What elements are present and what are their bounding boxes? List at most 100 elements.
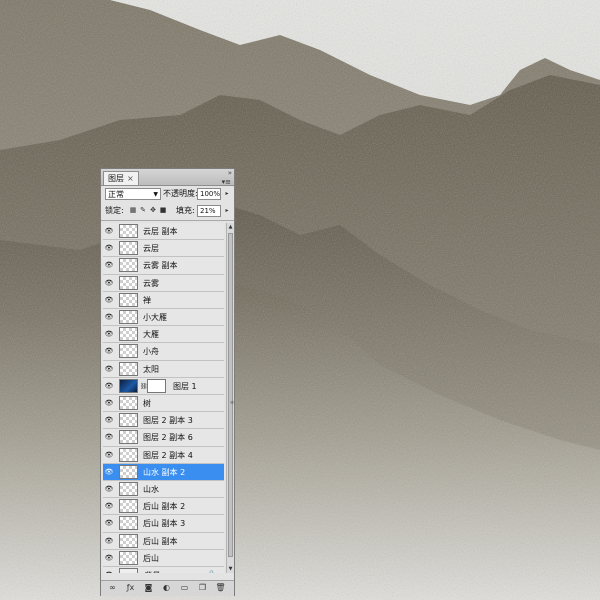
- layer-row[interactable]: 👁 图层 2 副本 3: [103, 412, 224, 430]
- layer-mask-thumbnail[interactable]: [147, 378, 166, 393]
- visibility-eye-icon[interactable]: 👁: [104, 485, 114, 494]
- layer-thumbnail[interactable]: [119, 258, 138, 273]
- fill-label: 填充:: [176, 206, 195, 215]
- visibility-eye-icon[interactable]: 👁: [104, 365, 114, 374]
- fill-input[interactable]: 21%: [197, 205, 221, 217]
- close-icon[interactable]: ×: [127, 174, 134, 183]
- layer-thumbnail[interactable]: [119, 413, 138, 428]
- layer-thumbnail[interactable]: [119, 464, 138, 479]
- blend-opacity-row: 正常 ▼ 不透明度: 100% ▸: [101, 187, 234, 202]
- layer-row[interactable]: 👁 图层 2 副本 6: [103, 429, 224, 447]
- visibility-eye-icon[interactable]: 👁: [104, 399, 114, 408]
- layer-row[interactable]: 👁 小大雁: [103, 309, 224, 327]
- visibility-eye-icon[interactable]: 👁: [104, 330, 114, 339]
- lock-fill-row: 锁定: ▦ ✎ ✥ ■ 填充: 21% ▸: [101, 204, 234, 219]
- layer-name: 禅: [143, 295, 151, 305]
- panel-menu-icon[interactable]: ▾≡: [222, 178, 231, 186]
- collapse-icon[interactable]: »: [228, 170, 232, 177]
- fill-stepper-icon[interactable]: ▸: [223, 205, 231, 217]
- visibility-eye-icon[interactable]: 👁: [104, 244, 114, 253]
- blend-mode-select[interactable]: 正常 ▼: [105, 188, 161, 200]
- layer-thumbnail[interactable]: [119, 224, 138, 238]
- visibility-eye-icon[interactable]: 👁: [104, 451, 114, 460]
- adjustment-layer-icon[interactable]: ◐: [161, 583, 172, 593]
- layer-name: 后山: [143, 553, 159, 563]
- scroll-up-icon[interactable]: ▲: [227, 223, 234, 231]
- layer-row[interactable]: 👁 后山 副本 3: [103, 515, 224, 533]
- layer-thumbnail[interactable]: [119, 568, 138, 573]
- layer-name: 山水: [143, 485, 159, 494]
- blend-mode-value: 正常: [108, 190, 124, 199]
- layer-row[interactable]: 👁 禅: [103, 292, 224, 309]
- layer-row[interactable]: 👁 小舟: [103, 343, 224, 361]
- layer-name: 小舟: [143, 347, 159, 357]
- visibility-eye-icon[interactable]: 👁: [104, 468, 114, 477]
- tab-layers[interactable]: 图层 ×: [103, 171, 139, 185]
- layer-thumbnail[interactable]: [119, 310, 138, 324]
- layer-thumbnail[interactable]: [119, 482, 138, 496]
- visibility-eye-icon[interactable]: 👁: [104, 554, 114, 563]
- layer-row[interactable]: 👁 后山 副本 2: [103, 498, 224, 516]
- visibility-eye-icon[interactable]: 👁: [104, 313, 114, 322]
- visibility-eye-icon[interactable]: 👁: [104, 416, 114, 425]
- layer-thumbnail[interactable]: [119, 396, 138, 410]
- visibility-eye-icon[interactable]: 👁: [104, 296, 114, 305]
- layer-thumbnail[interactable]: [119, 327, 138, 342]
- visibility-eye-icon[interactable]: 👁: [104, 519, 114, 528]
- visibility-eye-icon[interactable]: 👁: [104, 261, 114, 270]
- scroll-down-icon[interactable]: ▼: [227, 565, 234, 573]
- visibility-eye-icon[interactable]: 👁: [104, 227, 114, 236]
- visibility-eye-icon[interactable]: 👁: [104, 279, 114, 288]
- layer-thumbnail[interactable]: [119, 499, 138, 514]
- opacity-input[interactable]: 100%: [197, 188, 221, 200]
- layer-row[interactable]: 👁 大雁: [103, 326, 224, 344]
- layer-row[interactable]: 👁 山水 副本 2: [103, 463, 224, 481]
- layer-row[interactable]: 👁 ⛓ 图层 1: [103, 378, 224, 395]
- layer-row[interactable]: 👁 后山: [103, 550, 224, 567]
- link-layers-icon[interactable]: ∞: [107, 583, 118, 593]
- layer-name: 太阳: [143, 364, 159, 374]
- mask-link-icon[interactable]: ⛓: [140, 383, 148, 390]
- layer-list: 👁 云层 副本 👁 云层 👁 云雾 副本 👁 云雾 👁 禅 👁 小大雁 👁 大雁 👁 小舟 👁 太阳 👁 ⛓ 图层 1 👁…: [103, 223, 224, 573]
- lock-pixels-icon[interactable]: ✎: [139, 206, 147, 214]
- layer-thumbnail[interactable]: [119, 275, 138, 290]
- layer-row[interactable]: 👁 后山 副本: [103, 533, 224, 550]
- visibility-eye-icon[interactable]: 👁: [104, 537, 114, 546]
- layer-thumbnail[interactable]: [119, 550, 138, 565]
- layer-row[interactable]: 👁 图层 2 副本 4: [103, 447, 224, 464]
- opacity-stepper-icon[interactable]: ▸: [223, 188, 231, 200]
- layer-list-scrollbar[interactable]: ▲ ≡ ▼: [226, 223, 234, 573]
- layer-thumbnail[interactable]: [119, 241, 138, 256]
- layer-row[interactable]: 👁 树: [103, 395, 224, 413]
- lock-all-icon[interactable]: ■: [159, 206, 167, 214]
- scrollbar-thumb[interactable]: ≡: [228, 233, 234, 557]
- layer-thumbnail[interactable]: [119, 430, 138, 445]
- visibility-eye-icon[interactable]: 👁: [104, 571, 114, 573]
- fx-icon[interactable]: ƒx: [125, 583, 136, 593]
- layer-row[interactable]: 👁 云雾 副本: [103, 257, 224, 275]
- layer-thumbnail[interactable]: [119, 361, 138, 376]
- visibility-eye-icon[interactable]: 👁: [104, 433, 114, 442]
- delete-layer-icon[interactable]: 🗑: [215, 583, 226, 593]
- new-group-icon[interactable]: ▭: [179, 583, 190, 593]
- layer-row[interactable]: 👁 背景 🔒: [103, 567, 224, 573]
- layer-thumbnail[interactable]: [119, 378, 138, 393]
- layer-row[interactable]: 👁 太阳: [103, 361, 224, 378]
- opacity-label: 不透明度:: [163, 189, 198, 198]
- layer-row[interactable]: 👁 山水: [103, 481, 224, 499]
- new-layer-icon[interactable]: ❐: [197, 583, 208, 593]
- layer-thumbnail[interactable]: [119, 344, 138, 359]
- visibility-eye-icon[interactable]: 👁: [104, 347, 114, 356]
- layer-row[interactable]: 👁 云雾: [103, 275, 224, 292]
- layer-thumbnail[interactable]: [119, 447, 138, 462]
- layer-thumbnail[interactable]: [119, 292, 138, 307]
- lock-position-icon[interactable]: ✥: [149, 206, 157, 214]
- visibility-eye-icon[interactable]: 👁: [104, 502, 114, 511]
- layer-row[interactable]: 👁 云层: [103, 240, 224, 258]
- visibility-eye-icon[interactable]: 👁: [104, 382, 114, 391]
- lock-transparency-icon[interactable]: ▦: [129, 206, 137, 214]
- layer-row[interactable]: 👁 云层 副本: [103, 223, 224, 241]
- layer-thumbnail[interactable]: [119, 533, 138, 548]
- add-mask-icon[interactable]: ◙: [143, 583, 154, 593]
- layer-thumbnail[interactable]: [119, 516, 138, 531]
